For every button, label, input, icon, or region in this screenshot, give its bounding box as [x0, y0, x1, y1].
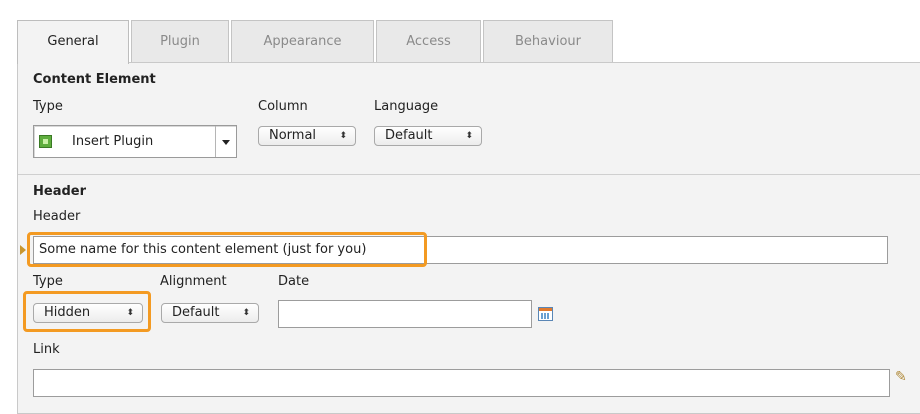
link-wizard-icon[interactable]: ✎ — [895, 369, 907, 385]
column-value: Normal — [269, 128, 317, 143]
dropdown-arrow-icon — [215, 126, 236, 157]
chevron-updown-icon: ⬍ — [339, 131, 347, 141]
language-label: Language — [374, 99, 439, 114]
tab-appearance[interactable]: Appearance — [231, 20, 374, 62]
tab-plugin[interactable]: Plugin — [131, 20, 229, 62]
header-label: Header — [33, 209, 81, 224]
language-value: Default — [385, 128, 433, 143]
tab-access[interactable]: Access — [376, 20, 481, 62]
tab-access-label: Access — [406, 34, 451, 49]
alignment-value: Default — [172, 305, 220, 320]
plugin-icon — [39, 135, 52, 148]
tab-appearance-label: Appearance — [263, 34, 342, 49]
content-element-heading: Content Element — [33, 72, 156, 87]
date-input[interactable] — [278, 300, 532, 328]
alignment-label: Alignment — [160, 274, 227, 289]
date-label: Date — [278, 274, 310, 289]
tab-behaviour[interactable]: Behaviour — [483, 20, 613, 62]
type-highlight — [23, 291, 151, 332]
tab-behaviour-label: Behaviour — [515, 34, 581, 49]
header-section-heading: Header — [33, 184, 87, 199]
chevron-updown-icon: ⬍ — [242, 308, 250, 318]
calendar-icon[interactable] — [538, 307, 553, 321]
tab-plugin-label: Plugin — [160, 34, 200, 49]
link-input[interactable] — [33, 369, 890, 397]
column-label: Column — [258, 99, 308, 114]
column-select[interactable]: Normal ⬍ — [258, 126, 356, 146]
tab-general-label: General — [47, 34, 99, 49]
tab-strip: General Plugin Appearance Access Behavio… — [17, 20, 917, 64]
language-select[interactable]: Default ⬍ — [374, 126, 482, 146]
content-type-select[interactable]: Insert Plugin — [33, 125, 237, 158]
link-label: Link — [33, 342, 60, 357]
tab-general[interactable]: General — [17, 20, 129, 64]
required-marker-icon — [20, 245, 26, 255]
type-label: Type — [33, 99, 63, 114]
chevron-updown-icon: ⬍ — [465, 131, 473, 141]
section-divider — [18, 174, 920, 175]
general-panel: Content Element Type Column Language Ins… — [17, 62, 920, 414]
alignment-select[interactable]: Default ⬍ — [161, 303, 259, 323]
content-type-value: Insert Plugin — [72, 134, 154, 149]
header-type-label: Type — [33, 274, 63, 289]
header-highlight — [27, 232, 427, 267]
